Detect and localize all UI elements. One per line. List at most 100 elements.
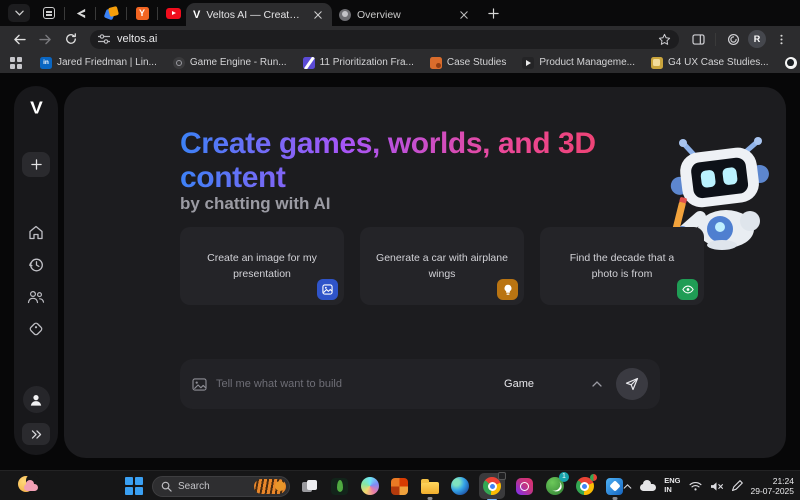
bookmark-label: 11 Prioritization Fra... [320, 57, 414, 68]
browser-menu-button[interactable] [770, 28, 792, 50]
attach-image-icon[interactable] [192, 378, 207, 391]
copilot-app[interactable] [359, 476, 380, 497]
new-tab-button[interactable] [482, 2, 504, 24]
profile-avatar[interactable]: R [748, 30, 766, 48]
office-app[interactable] [389, 476, 410, 497]
pinned-tab-youtube[interactable] [160, 2, 186, 24]
edge-app[interactable] [449, 476, 470, 497]
mongodb-app[interactable] [329, 476, 350, 497]
new-project-button[interactable] [22, 152, 50, 177]
chrome-beta-app[interactable] [574, 476, 595, 497]
tab-search-button[interactable] [8, 4, 30, 22]
bookmark-game-engine[interactable]: Game Engine - Run... [167, 54, 293, 71]
g4-ux-icon [651, 57, 663, 69]
close-icon[interactable] [311, 8, 325, 22]
bookmark-case-studies[interactable]: Case Studies [424, 54, 512, 71]
colorful-app-icon [105, 7, 118, 20]
pinned-tab-notes[interactable] [36, 2, 62, 24]
language-indicator[interactable]: ENG IN [664, 477, 680, 494]
bookmark-jared-friedman[interactable]: in Jared Friedman | Lin... [34, 54, 163, 71]
community-icon[interactable] [27, 290, 45, 304]
product-management-icon [522, 57, 534, 69]
taskbar-clock[interactable]: 21:24 29-07-2025 [751, 476, 794, 496]
prompt-input[interactable] [216, 378, 504, 390]
office-icon [391, 478, 408, 495]
task-view-button[interactable] [299, 476, 320, 497]
close-icon[interactable] [457, 8, 471, 22]
pinned-tab-triangle-app[interactable] [67, 2, 93, 24]
user-avatar[interactable] [23, 386, 50, 413]
pen-icon[interactable] [731, 480, 743, 492]
home-icon[interactable] [28, 225, 44, 240]
taskbar-search[interactable]: Search [152, 476, 290, 497]
open-app-indicator [427, 497, 432, 500]
extension-button[interactable] [722, 28, 744, 50]
bookmark-product-management[interactable]: Product Manageme... [516, 54, 641, 71]
chrome-app-active[interactable] [479, 473, 505, 499]
veltos-sidebar: V [14, 86, 58, 455]
start-button[interactable] [125, 477, 143, 495]
overview-tab-favicon [339, 9, 351, 21]
back-button[interactable] [8, 28, 30, 50]
eye-icon [677, 279, 698, 300]
tab-veltos[interactable]: V Veltos AI — Create Games & 3... [186, 3, 332, 26]
screen: Y V Veltos AI — Create Games & 3... Over… [0, 0, 800, 500]
split-tab-button[interactable] [687, 28, 709, 50]
xbox-app[interactable]: 1 [544, 476, 565, 497]
photos-app[interactable] [604, 476, 625, 497]
suggestion-card-car[interactable]: Generate a car with airplane wings [360, 227, 524, 305]
instagram-app[interactable] [514, 476, 535, 497]
volume-muted-icon[interactable] [710, 481, 723, 492]
pinned-tab-hacker-news[interactable]: Y [129, 2, 155, 24]
extension-badge [590, 474, 597, 481]
history-icon[interactable] [28, 257, 44, 273]
send-button[interactable] [616, 368, 648, 400]
bookmark-github-repo[interactable]: aaronbatchelder/pr... [779, 54, 800, 71]
expand-sidebar-button[interactable] [22, 423, 50, 445]
reload-button[interactable] [60, 28, 82, 50]
mongodb-icon [331, 478, 348, 495]
prompt-composer[interactable]: Game [180, 359, 660, 409]
person-icon [29, 393, 43, 407]
hidden-icons-chevron[interactable] [623, 484, 632, 489]
game-engine-icon [173, 57, 185, 69]
kebab-menu-icon [780, 33, 783, 46]
image-icon [317, 279, 338, 300]
bookmark-g4-ux[interactable]: G4 UX Case Studies... [645, 54, 775, 71]
bookmark-label: Jared Friedman | Lin... [57, 57, 157, 68]
pinned-tab-colorful-app[interactable] [98, 2, 124, 24]
wifi-icon[interactable] [689, 481, 702, 491]
plus-icon [488, 8, 499, 19]
address-bar[interactable]: veltos.ai [90, 30, 679, 49]
bookmarks-bar: in Jared Friedman | Lin... Game Engine -… [0, 52, 800, 73]
paper-plane-icon [625, 377, 639, 391]
chevron-up-icon[interactable] [592, 381, 602, 387]
suggestion-card-photo-decade[interactable]: Find the decade that a photo is from [540, 227, 704, 305]
bookmark-prioritization[interactable]: 11 Prioritization Fra... [297, 54, 420, 71]
tab-overview[interactable]: Overview [332, 3, 478, 26]
page-viewport: V Create games, worlds, and 3D content b… [0, 73, 800, 470]
file-explorer-app[interactable] [419, 476, 440, 497]
bookmark-label: G4 UX Case Studies... [668, 57, 769, 68]
forward-button[interactable] [34, 28, 56, 50]
veltos-logo[interactable]: V [30, 99, 42, 119]
windows-taskbar: Search 1 [0, 470, 800, 500]
veltos-main-panel: Create games, worlds, and 3D content by … [64, 87, 786, 458]
linkedin-icon: in [40, 57, 52, 69]
bookmark-star-icon[interactable] [658, 33, 671, 46]
divider [126, 7, 127, 20]
weather-widget[interactable] [16, 475, 40, 497]
split-screen-icon [692, 34, 705, 45]
tag-icon[interactable] [28, 321, 44, 337]
cloud-icon [24, 484, 38, 491]
time-text: 21:24 [773, 476, 794, 486]
mode-select-value[interactable]: Game [504, 378, 534, 390]
notification-badge: 1 [559, 472, 569, 482]
card-text: Create an image for my presentation [196, 250, 328, 283]
onedrive-icon[interactable] [640, 484, 656, 491]
browser-tab-strip: Y V Veltos AI — Create Games & 3... Over… [0, 0, 800, 26]
edge-icon [451, 477, 469, 495]
instagram-icon [516, 478, 533, 495]
suggestion-card-image[interactable]: Create an image for my presentation [180, 227, 344, 305]
apps-grid-icon[interactable] [10, 57, 22, 69]
